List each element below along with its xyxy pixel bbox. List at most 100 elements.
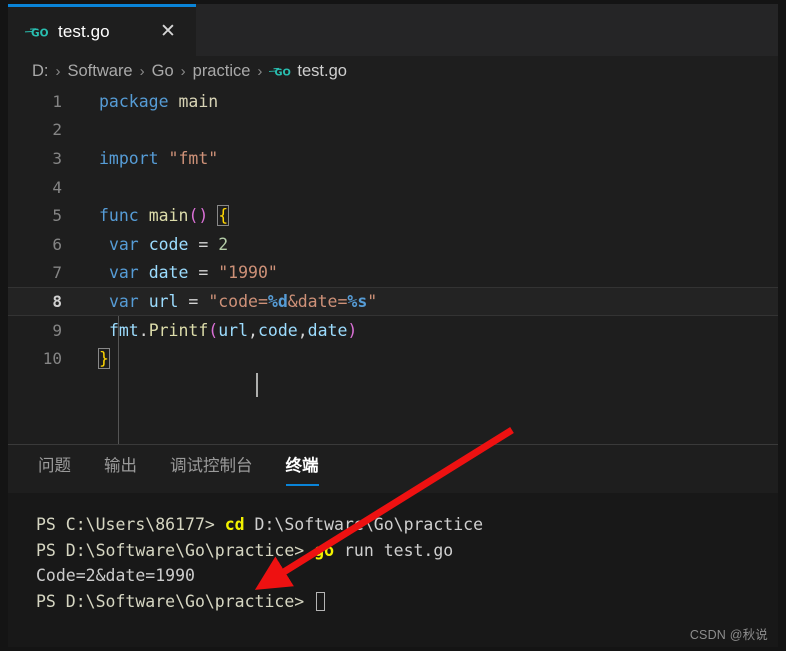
terminal-line: PS D:\Software\Go\practice>	[36, 591, 778, 618]
code-token: main	[148, 206, 189, 226]
line-number: 5	[52, 206, 62, 226]
line-number: 3	[52, 148, 62, 168]
code-token: 2	[218, 234, 229, 254]
code-token: &date=	[287, 291, 348, 311]
code-line[interactable]: 5 func main() {	[8, 201, 778, 230]
chevron-right-icon: ›	[180, 62, 186, 80]
line-text: import "fmt"	[99, 144, 218, 173]
code-token: var	[108, 234, 139, 254]
line-text: var url = "code= %d &date= %s "	[99, 288, 377, 315]
panel-tab-2[interactable]: 调试控制台	[170, 452, 253, 486]
line-number: 10	[42, 349, 62, 369]
code-line[interactable]: 9 fmt. Printf(url, code, date)	[8, 316, 778, 345]
code-editor[interactable]: 1 package main 2 3 import "fmt" 4 5 func main()…	[8, 87, 778, 444]
code-line[interactable]: 4	[8, 173, 778, 202]
terminal-prompt: PS D:\Software\Go\practice>	[36, 591, 315, 611]
code-line[interactable]: 3 import "fmt"	[8, 144, 778, 173]
breadcrumb-item-software[interactable]: Software	[68, 62, 133, 81]
code-line[interactable]: 6 var code = 2	[8, 230, 778, 259]
window-bottom-edge	[0, 647, 786, 651]
code-token: var	[108, 291, 139, 311]
breadcrumb: D: › Software › Go › practice › GO test.…	[8, 56, 778, 86]
code-line[interactable]: 8 var url = "code= %d &date= %s "	[8, 287, 778, 316]
code-token: code	[148, 234, 189, 254]
terminal-command-args: D:\Software\Go\practice	[244, 515, 484, 534]
chevron-right-icon: ›	[55, 62, 61, 80]
code-token: var	[108, 263, 139, 283]
indent-guide	[118, 316, 119, 444]
code-line[interactable]: 2	[8, 116, 778, 145]
vscode-window: GO test.go ✕ D: › Software › Go › practi…	[0, 0, 786, 651]
code-token: fmt	[108, 320, 139, 340]
code-token: main	[178, 91, 219, 111]
terminal-command: cd	[224, 515, 245, 534]
code-token: Printf	[148, 320, 209, 340]
editor-tab-label: test.go	[58, 21, 110, 41]
line-text: }	[98, 344, 110, 373]
code-line[interactable]: 10}	[8, 344, 778, 373]
line-number: 6	[52, 234, 62, 254]
code-token: "code=	[208, 291, 268, 311]
line-number: 1	[52, 91, 62, 111]
breadcrumb-item-file[interactable]: test.go	[297, 62, 347, 81]
line-number: 8	[52, 291, 62, 311]
code-token: "	[367, 291, 378, 311]
line-text: var code = 2	[99, 230, 228, 259]
code-line[interactable]: 1 package main	[8, 87, 778, 116]
line-number: 9	[52, 320, 62, 340]
panel-tab-bar: 问题 输出 调试控制台 终端	[8, 445, 778, 493]
line-text: package main	[99, 87, 218, 116]
breadcrumb-item-drive[interactable]: D:	[32, 62, 49, 81]
line-number: 7	[52, 263, 62, 283]
breadcrumb-item-go[interactable]: Go	[152, 62, 174, 81]
close-icon[interactable]: ✕	[158, 21, 178, 42]
code-lines: 1 package main 2 3 import "fmt" 4 5 func main()…	[8, 87, 778, 373]
code-token: }	[98, 348, 110, 370]
terminal-cursor	[316, 591, 326, 611]
code-line[interactable]: 7 var date = "1990"	[8, 259, 778, 288]
panel-tab-1[interactable]: 输出	[104, 452, 137, 486]
terminal-command: go	[314, 540, 335, 560]
chevron-right-icon: ›	[139, 62, 145, 80]
window-left-edge	[0, 0, 8, 651]
chevron-right-icon: ›	[257, 62, 263, 80]
code-token: {	[217, 205, 230, 227]
code-token: url	[148, 291, 179, 311]
code-token: code	[257, 320, 298, 340]
go-lang-icon: GO	[25, 25, 51, 39]
code-token: .	[138, 320, 149, 340]
panel-tab-0[interactable]: 问题	[38, 452, 71, 486]
terminal-prompt: PS D:\Software\Go\practice>	[36, 540, 315, 560]
code-token: =	[178, 291, 209, 311]
code-token: =	[188, 234, 219, 254]
code-token: %s	[347, 291, 368, 311]
code-token: "1990"	[218, 263, 278, 283]
line-text: func main() {	[99, 201, 230, 230]
bottom-panel: 问题 输出 调试控制台 终端 PS C:\Users\86177> cd D:\Sof…	[8, 444, 778, 648]
panel-tab-3[interactable]: 终端	[285, 452, 319, 486]
breadcrumb-item-practice[interactable]: practice	[193, 62, 251, 81]
terminal-output[interactable]: PS C:\Users\86177> cd D:\Software\Go\pra…	[8, 493, 778, 648]
code-token: date	[307, 320, 348, 340]
text-caret	[256, 373, 258, 397]
editor-tab-bar: GO test.go ✕	[8, 4, 778, 56]
code-token: %d	[267, 291, 288, 311]
terminal-line: PS C:\Users\86177> cd D:\Software\Go\pra…	[36, 515, 778, 541]
editor-tab-test-go[interactable]: GO test.go ✕	[8, 4, 196, 56]
terminal-prompt: PS C:\Users\86177>	[36, 515, 225, 534]
line-text: fmt. Printf(url, code, date)	[99, 316, 357, 345]
terminal-line: PS D:\Software\Go\practice> go run test.…	[36, 541, 778, 567]
line-number: 2	[52, 120, 62, 140]
csdn-watermark: CSDN @秋说	[689, 628, 768, 642]
